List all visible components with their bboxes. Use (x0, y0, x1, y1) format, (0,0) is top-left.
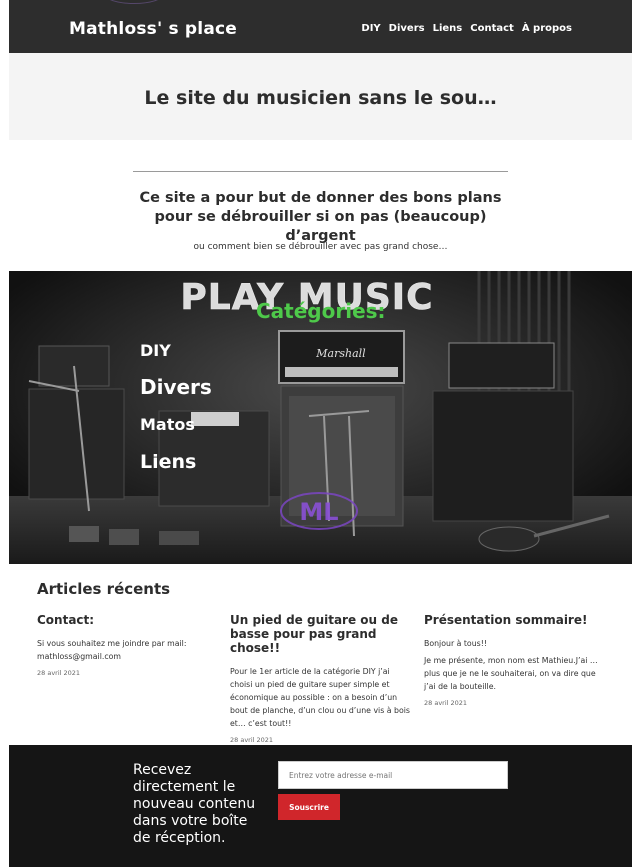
nav-item-a-propos[interactable]: À propos (522, 23, 572, 34)
post-card: Contact: Si vous souhaitez me joindre pa… (37, 613, 217, 677)
nav-item-contact[interactable]: Contact (470, 23, 514, 34)
intro-heading: Ce site a pour but de donner des bons pl… (139, 190, 502, 244)
post-date: 28 avril 2021 (424, 699, 468, 707)
ml-logo: ML (280, 492, 358, 530)
separator-line (133, 171, 508, 172)
category-link-matos[interactable]: Matos (140, 415, 195, 434)
post-date: 28 avril 2021 (37, 669, 81, 677)
post-card: Un pied de guitare ou de basse pour pas … (230, 613, 410, 744)
post-title[interactable]: Présentation sommaire! (424, 613, 604, 627)
site-header: Mathloss' s place DIY Divers Liens Conta… (9, 0, 632, 53)
amp-brand-text: Marshall (315, 347, 366, 360)
page: Mathloss' s place DIY Divers Liens Conta… (9, 0, 632, 867)
post-title[interactable]: Un pied de guitare ou de basse pour pas … (230, 613, 410, 655)
email-input[interactable] (278, 761, 508, 789)
ml-logo-text: ML (299, 498, 338, 526)
post-excerpt-paragraph: Si vous souhaitez me joindre par mail: m… (37, 639, 187, 661)
post-excerpt-paragraph: Bonjour à tous!! (424, 639, 487, 648)
site-title[interactable]: Mathloss' s place (69, 19, 237, 39)
post-card: Présentation sommaire! Bonjour à tous!! … (424, 613, 604, 707)
main-nav: DIY Divers Liens Contact À propos (361, 23, 572, 34)
category-link-liens[interactable]: Liens (140, 451, 196, 473)
newsletter-text: Recevez directement le nouveau contenu d… (133, 762, 256, 846)
logo-outline (104, 0, 164, 4)
categories-banner: Marshall PLAY MUSIC Catégories: DIY Dive… (9, 271, 632, 564)
nav-item-liens[interactable]: Liens (433, 23, 463, 34)
hero-section: Le site du musicien sans le sou… (9, 53, 632, 140)
post-excerpt-paragraph: Pour le 1er article de la catégorie DIY … (230, 667, 410, 728)
nav-item-diy[interactable]: DIY (361, 23, 380, 34)
hero-title: Le site du musicien sans le sou… (144, 87, 497, 109)
categories-heading: Catégories: (256, 299, 386, 323)
post-excerpt-paragraph: Je me présente, mon nom est Mathieu.J’ai… (424, 656, 598, 691)
intro-subtext: ou comment bien se débrouiller avec pas … (193, 242, 448, 252)
post-excerpt: Pour le 1er article de la catégorie DIY … (230, 665, 410, 730)
newsletter-section: Recevez directement le nouveau contenu d… (9, 745, 632, 867)
nav-item-divers[interactable]: Divers (389, 23, 425, 34)
post-excerpt: Si vous souhaitez me joindre par mail: m… (37, 637, 217, 663)
recent-articles-title: Articles récents (37, 580, 171, 598)
subscribe-button[interactable]: Souscrire (278, 794, 340, 820)
category-link-divers[interactable]: Divers (140, 375, 212, 399)
category-link-diy[interactable]: DIY (140, 341, 171, 360)
post-date: 28 avril 2021 (230, 736, 274, 744)
post-excerpt: Bonjour à tous!! Je me présente, mon nom… (424, 637, 604, 693)
post-title[interactable]: Contact: (37, 613, 217, 627)
